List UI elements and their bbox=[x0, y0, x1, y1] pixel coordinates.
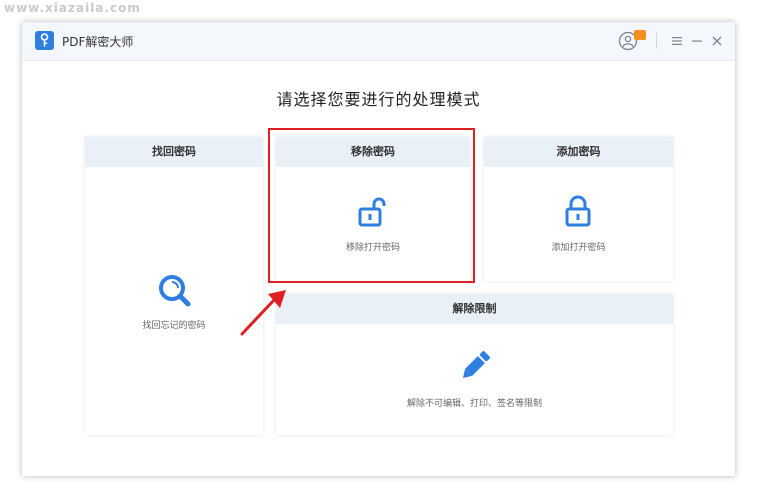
magnifier-icon bbox=[157, 273, 191, 311]
red-arrow-icon bbox=[238, 286, 290, 342]
card-title: 找回密码 bbox=[85, 137, 263, 167]
vip-badge-icon bbox=[634, 30, 646, 40]
card-description: 找回忘记的密码 bbox=[142, 321, 206, 331]
card-title: 解除限制 bbox=[276, 294, 673, 324]
close-icon[interactable] bbox=[710, 33, 724, 47]
key-icon bbox=[35, 31, 54, 50]
pencil-icon bbox=[458, 349, 492, 387]
minimize-icon[interactable] bbox=[690, 33, 704, 47]
card-title: 添加密码 bbox=[484, 137, 673, 167]
card-description: 解除不可编辑、打印、签名等限制 bbox=[406, 399, 542, 409]
card-description: 添加打开密码 bbox=[551, 243, 606, 253]
title-bar: PDF解密大师 bbox=[22, 22, 735, 61]
titlebar-divider bbox=[656, 33, 657, 49]
add-password-card[interactable]: 添加密码 添加打开密码 bbox=[484, 137, 673, 281]
menu-icon[interactable] bbox=[670, 33, 684, 47]
highlight-box bbox=[268, 128, 475, 283]
watermark: www.xiazaila.com bbox=[4, 1, 141, 15]
page-heading: 请选择您要进行的处理模式 bbox=[276, 90, 481, 109]
find-password-card[interactable]: 找回密码 找回忘记的密码 bbox=[85, 137, 263, 435]
locked-padlock-icon bbox=[563, 194, 593, 232]
remove-restrictions-card[interactable]: 解除限制 解除不可编辑、打印、签名等限制 bbox=[276, 294, 673, 435]
app-title: PDF解密大师 bbox=[62, 35, 134, 49]
